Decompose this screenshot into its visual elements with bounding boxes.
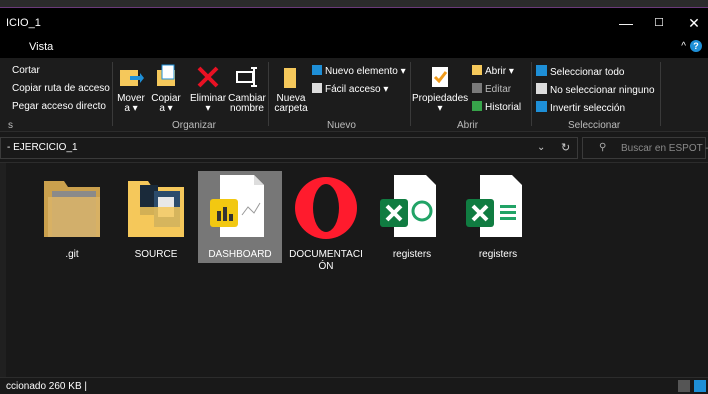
historial-button[interactable]: Historial [472, 101, 521, 113]
file-item-selected[interactable]: DASHBOARD [198, 171, 282, 263]
file-name: SOURCE [134, 249, 178, 260]
cambiar-nombre-button[interactable]: Cambiar nombre [228, 64, 266, 114]
breadcrumb-current[interactable]: EJERCICIO_1 [13, 142, 77, 153]
no-seleccionar-button[interactable]: No seleccionar ninguno [536, 83, 655, 96]
search-input[interactable]: ⚲ Buscar en ESPOT -... [582, 137, 708, 159]
window-top-border [0, 0, 708, 8]
new-folder-icon [278, 64, 304, 90]
file-name: DASHBOARD [208, 249, 272, 260]
properties-checkmark-icon [427, 64, 453, 90]
status-selection-text: ccionado 260 KB | [6, 381, 87, 392]
propiedades-sub-label: ▾ [437, 103, 443, 114]
invertir-seleccion-button[interactable]: Invertir selección [536, 101, 625, 114]
facil-acceso-label: Fácil acceso ▾ [325, 84, 389, 95]
mover-a-button[interactable]: Mover a ▾ [116, 64, 146, 114]
eliminar-sub-label: ▾ [205, 103, 211, 114]
cambiar-sub-label: nombre [230, 103, 264, 114]
group-label-abrir: Abrir [457, 120, 479, 131]
search-icon: ⚲ [599, 142, 607, 153]
group-label-nuevo: Nuevo [327, 120, 356, 131]
details-view-icon[interactable] [678, 380, 690, 392]
nuevo-elemento-button[interactable]: Nuevo elemento ▾ [312, 65, 406, 77]
ribbon: Cortar Copiar ruta de acceso Pegar acces… [0, 58, 708, 132]
group-label-organizar: Organizar [172, 120, 216, 131]
invertir-label: Invertir selección [550, 103, 626, 114]
seleccionar-todo-button[interactable]: Seleccionar todo [536, 65, 625, 78]
select-all-icon [536, 65, 547, 76]
excel-table-file-icon [456, 171, 540, 245]
abrir-button[interactable]: Abrir ▾ [472, 65, 514, 77]
tab-vista[interactable]: Vista [29, 41, 53, 53]
seleccionar-todo-label: Seleccionar todo [550, 67, 625, 78]
file-name: DOCUMENTACIÓN [289, 249, 363, 272]
large-icons-view-icon[interactable] [694, 380, 706, 392]
copy-folder-icon [153, 64, 179, 90]
group-label-portapapeles: s [8, 120, 13, 131]
rename-icon [234, 64, 260, 90]
address-bar-row: - EJERCICIO_1 ⌄ ↻ ⚲ Buscar en ESPOT -... [0, 133, 708, 163]
select-none-icon [536, 83, 547, 94]
mover-sub-label: a ▾ [124, 103, 138, 114]
pegar-acceso-button[interactable]: Pegar acceso directo [12, 101, 106, 112]
search-placeholder: Buscar en ESPOT -... [621, 143, 708, 154]
file-item[interactable]: registers [456, 171, 540, 263]
maximize-button[interactable]: ☐ [645, 13, 673, 33]
ribbon-separator [268, 62, 269, 126]
address-history-chevron-icon[interactable]: ⌄ [537, 142, 545, 153]
historial-label: Historial [485, 102, 522, 113]
powerbi-file-icon [198, 171, 282, 245]
nueva-sub-label: carpeta [274, 103, 308, 114]
invert-selection-icon [536, 101, 547, 112]
ribbon-separator [112, 62, 113, 126]
history-icon [472, 101, 482, 111]
easy-access-icon [312, 83, 322, 93]
collapse-ribbon-icon[interactable]: ^ [681, 41, 686, 52]
address-bar[interactable]: - EJERCICIO_1 ⌄ ↻ [0, 137, 578, 159]
title-bar: ICIO_1 — ☐ ✕ [0, 8, 708, 38]
file-item[interactable]: registers [370, 171, 454, 263]
help-icon[interactable]: ? [690, 40, 702, 52]
ribbon-controls: ^? [681, 40, 702, 52]
file-item[interactable]: SOURCE [114, 171, 198, 263]
ribbon-separator [531, 62, 532, 126]
copiar-ruta-button[interactable]: Copiar ruta de acceso [12, 83, 110, 94]
delete-x-icon [195, 64, 221, 90]
excel-file-icon [370, 171, 454, 245]
ribbon-separator [660, 62, 661, 126]
editar-button[interactable]: Editar [472, 83, 511, 95]
file-name: registers [478, 249, 518, 260]
nueva-carpeta-button[interactable]: Nueva carpeta [272, 64, 310, 114]
refresh-icon[interactable]: ↻ [561, 141, 570, 154]
menu-bar: Vista ^? [0, 38, 708, 58]
close-button[interactable]: ✕ [680, 13, 708, 33]
folder-images-icon [114, 171, 198, 245]
facil-acceso-button[interactable]: Fácil acceso ▾ [312, 83, 388, 95]
status-bar: ccionado 260 KB | [0, 377, 708, 394]
open-icon [472, 65, 482, 75]
no-seleccionar-label: No seleccionar ninguno [550, 85, 655, 96]
folder-icon [30, 171, 114, 245]
editar-label: Editar [485, 84, 512, 95]
nuevo-elemento-label: Nuevo elemento ▾ [325, 66, 406, 77]
ribbon-separator [410, 62, 411, 126]
cortar-button[interactable]: Cortar [12, 65, 40, 76]
window-title: ICIO_1 [6, 17, 41, 29]
copiar-sub-label: a ▾ [159, 103, 173, 114]
copiar-a-button[interactable]: Copiar a ▾ [150, 64, 182, 114]
group-label-seleccionar: Seleccionar [568, 120, 621, 131]
abrir-label: Abrir ▾ [485, 66, 514, 77]
propiedades-button[interactable]: Propiedades ▾ [412, 64, 468, 114]
breadcrumb[interactable]: - EJERCICIO_1 [7, 142, 78, 153]
minimize-button[interactable]: — [612, 13, 640, 33]
opera-file-icon [284, 171, 368, 245]
file-item[interactable]: .git [30, 171, 114, 263]
navigation-pane-edge [0, 163, 6, 377]
new-item-icon [312, 65, 322, 75]
file-item[interactable]: DOCUMENTACIÓN [284, 171, 368, 275]
file-name: .git [65, 249, 79, 260]
edit-icon [472, 83, 482, 93]
eliminar-button[interactable]: Eliminar ▾ [190, 64, 226, 114]
file-name: registers [392, 249, 432, 260]
move-folder-icon [118, 64, 144, 90]
